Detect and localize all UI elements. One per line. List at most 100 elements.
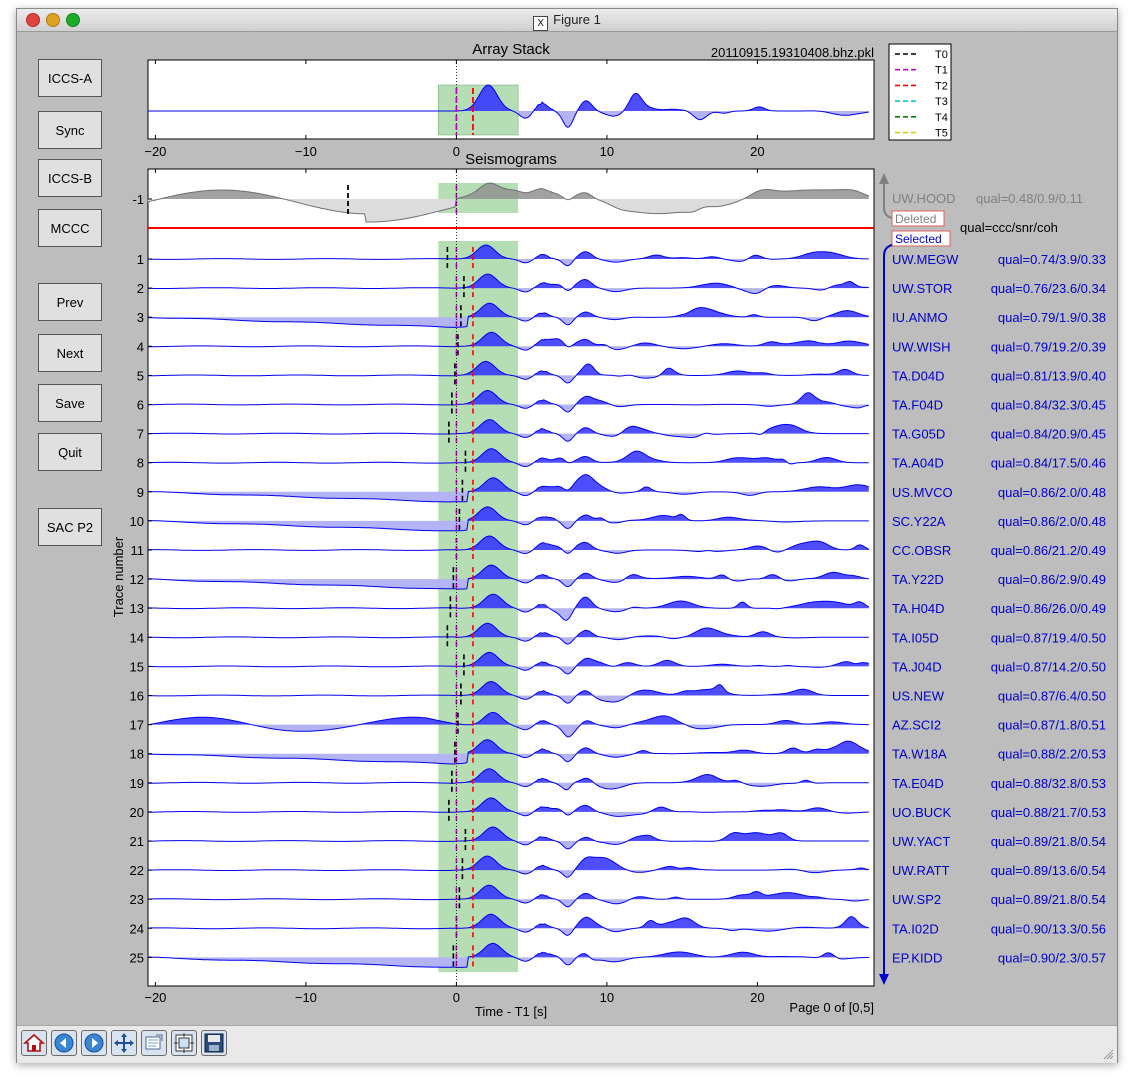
forward-icon[interactable] <box>81 1030 107 1056</box>
legend-label-t0: T0 <box>935 49 948 61</box>
trace-qual-label: qual=0.74/3.9/0.33 <box>998 252 1106 267</box>
stack-xtick-label: −10 <box>295 144 317 159</box>
ytick-label: 10 <box>130 514 144 529</box>
trace-qual-label: qual=0.84/32.3/0.45 <box>991 398 1106 413</box>
deleted-arrow-icon <box>879 173 889 184</box>
trace-station-label: IU.ANMO <box>892 310 948 325</box>
save-icon[interactable] <box>201 1030 227 1056</box>
ytick-label: 13 <box>130 601 144 616</box>
trace-qual-label: qual=0.86/26.0/0.49 <box>991 601 1106 616</box>
ytick-label: 4 <box>137 339 144 354</box>
stack-xtick-label: −20 <box>144 144 166 159</box>
ytick-label: 14 <box>130 630 144 645</box>
trace-qual-label: qual=0.86/2.0/0.48 <box>998 485 1106 500</box>
legend-label-t1: T1 <box>935 65 948 77</box>
selected-arrow-curve <box>883 244 893 257</box>
seismo-title: Seismograms <box>465 151 557 168</box>
ytick-label: 15 <box>130 659 144 674</box>
deleted-trace-qual: qual=0.48/0.9/0.11 <box>976 191 1083 206</box>
qual-header: qual=ccc/snr/coh <box>960 220 1058 235</box>
trace-station-label: US.MVCO <box>892 485 953 500</box>
stack-xtick-label: 0 <box>453 144 460 159</box>
trace-station-label: US.NEW <box>892 689 945 704</box>
home-icon[interactable] <box>21 1030 47 1056</box>
stack-title: Array Stack <box>472 41 550 58</box>
trace-station-label: EP.KIDD <box>892 950 942 965</box>
trace-qual-label: qual=0.84/20.9/0.45 <box>991 427 1106 442</box>
trace-station-label: UW.RATT <box>892 863 950 878</box>
navigation-toolbar <box>17 1025 1117 1063</box>
ytick-label: 5 <box>137 368 144 383</box>
trace-station-label: TA.D04D <box>892 368 945 383</box>
trace-station-label: UW.STOR <box>892 281 952 296</box>
deleted-label: Deleted <box>895 212 936 226</box>
ytick-label: 17 <box>130 718 144 733</box>
trace-qual-label: qual=0.88/21.7/0.53 <box>991 805 1106 820</box>
legend-label-t4: T4 <box>935 112 948 124</box>
trace-station-label: TA.W18A <box>892 747 947 762</box>
trace-station-label: UW.MEGW <box>892 252 959 267</box>
trace-qual-label: qual=0.87/19.4/0.50 <box>991 630 1106 645</box>
window-title: X Figure 1 <box>17 12 1117 31</box>
ytick-label: 20 <box>130 805 144 820</box>
window-title-text: Figure 1 <box>553 12 601 27</box>
ytick-label: 16 <box>130 689 144 704</box>
trace-qual-label: qual=0.86/2.9/0.49 <box>998 572 1106 587</box>
legend-label-t3: T3 <box>935 96 948 108</box>
trace-station-label: TA.F04D <box>892 398 943 413</box>
ytick-label: 24 <box>130 921 144 936</box>
seismo-ylabel: Trace number <box>111 536 126 617</box>
title-bar: X Figure 1 <box>17 9 1117 32</box>
ytick-label: 22 <box>130 863 144 878</box>
trace-qual-label: qual=0.90/13.3/0.56 <box>991 921 1106 936</box>
trace-station-label: CC.OBSR <box>892 543 951 558</box>
ytick-label: 21 <box>130 834 144 849</box>
seismo-xtick-label: −20 <box>144 990 166 1005</box>
subplots-icon[interactable] <box>171 1030 197 1056</box>
page-indicator: Page 0 of [0,5] <box>789 1000 874 1015</box>
trace-qual-label: qual=0.79/19.2/0.39 <box>991 339 1106 354</box>
deleted-arrow-curve <box>883 207 893 219</box>
trace-station-label: TA.Y22D <box>892 572 944 587</box>
ytick-label: 19 <box>130 776 144 791</box>
ytick-label: 7 <box>137 427 144 442</box>
ytick-label: 1 <box>137 252 144 267</box>
ytick-label: 18 <box>130 747 144 762</box>
zoom-icon[interactable] <box>141 1030 167 1056</box>
stack-xtick-label: 20 <box>750 144 764 159</box>
seismo-xtick-label: 10 <box>600 990 614 1005</box>
plot-area: Array Stack 20110915.19310408.bhz.pkl −20 −… <box>111 41 1106 1019</box>
trace-station-label: TA.H04D <box>892 601 945 616</box>
trace-station-label: SC.Y22A <box>892 514 946 529</box>
ytick-label: 11 <box>131 543 145 558</box>
trace-qual-label: qual=0.89/13.6/0.54 <box>991 863 1106 878</box>
marker-legend: T0 T1 T2 T3 T4 T5 <box>888 43 952 141</box>
figure-window: X Figure 1 ICCS-A Sync ICCS-B MCCC Prev Next Sa… <box>16 8 1118 1063</box>
trace-station-label: TA.G05D <box>892 427 945 442</box>
pan-icon[interactable] <box>111 1030 137 1056</box>
ytick-label-deleted: -1 <box>132 192 144 207</box>
trace-station-label: TA.J04D <box>892 659 942 674</box>
seismo-xlabel: Time - T1 [s] <box>475 1004 547 1019</box>
trace-qual-label: qual=0.87/14.2/0.50 <box>991 659 1106 674</box>
trace-qual-label: qual=0.89/21.8/0.54 <box>991 892 1106 907</box>
trace-station-label: UW.WISH <box>892 339 951 354</box>
ytick-label: 2 <box>137 281 144 296</box>
deleted-trace-station: UW.HOOD <box>892 191 956 206</box>
stack-filename: 20110915.19310408.bhz.pkl <box>711 45 874 60</box>
legend-label-t5: T5 <box>935 128 948 140</box>
resize-grip-icon[interactable] <box>1102 1048 1114 1060</box>
trace-qual-label: qual=0.89/21.8/0.54 <box>991 834 1106 849</box>
trace-qual-label: qual=0.88/32.8/0.53 <box>991 776 1106 791</box>
back-icon[interactable] <box>51 1030 77 1056</box>
trace-qual-label: qual=0.87/1.8/0.51 <box>998 718 1106 733</box>
trace-qual-label: qual=0.76/23.6/0.34 <box>991 281 1106 296</box>
deleted-label-box: Deleted <box>891 210 945 227</box>
ytick-label: 3 <box>137 310 144 325</box>
trace-qual-label: qual=0.79/1.9/0.38 <box>998 310 1106 325</box>
trace-station-label: TA.I02D <box>892 921 939 936</box>
ytick-label: 9 <box>137 485 144 500</box>
trace-qual-label: qual=0.81/13.9/0.40 <box>991 368 1106 383</box>
trace-station-label: TA.E04D <box>892 776 944 791</box>
trace-qual-label: qual=0.87/6.4/0.50 <box>998 689 1106 704</box>
